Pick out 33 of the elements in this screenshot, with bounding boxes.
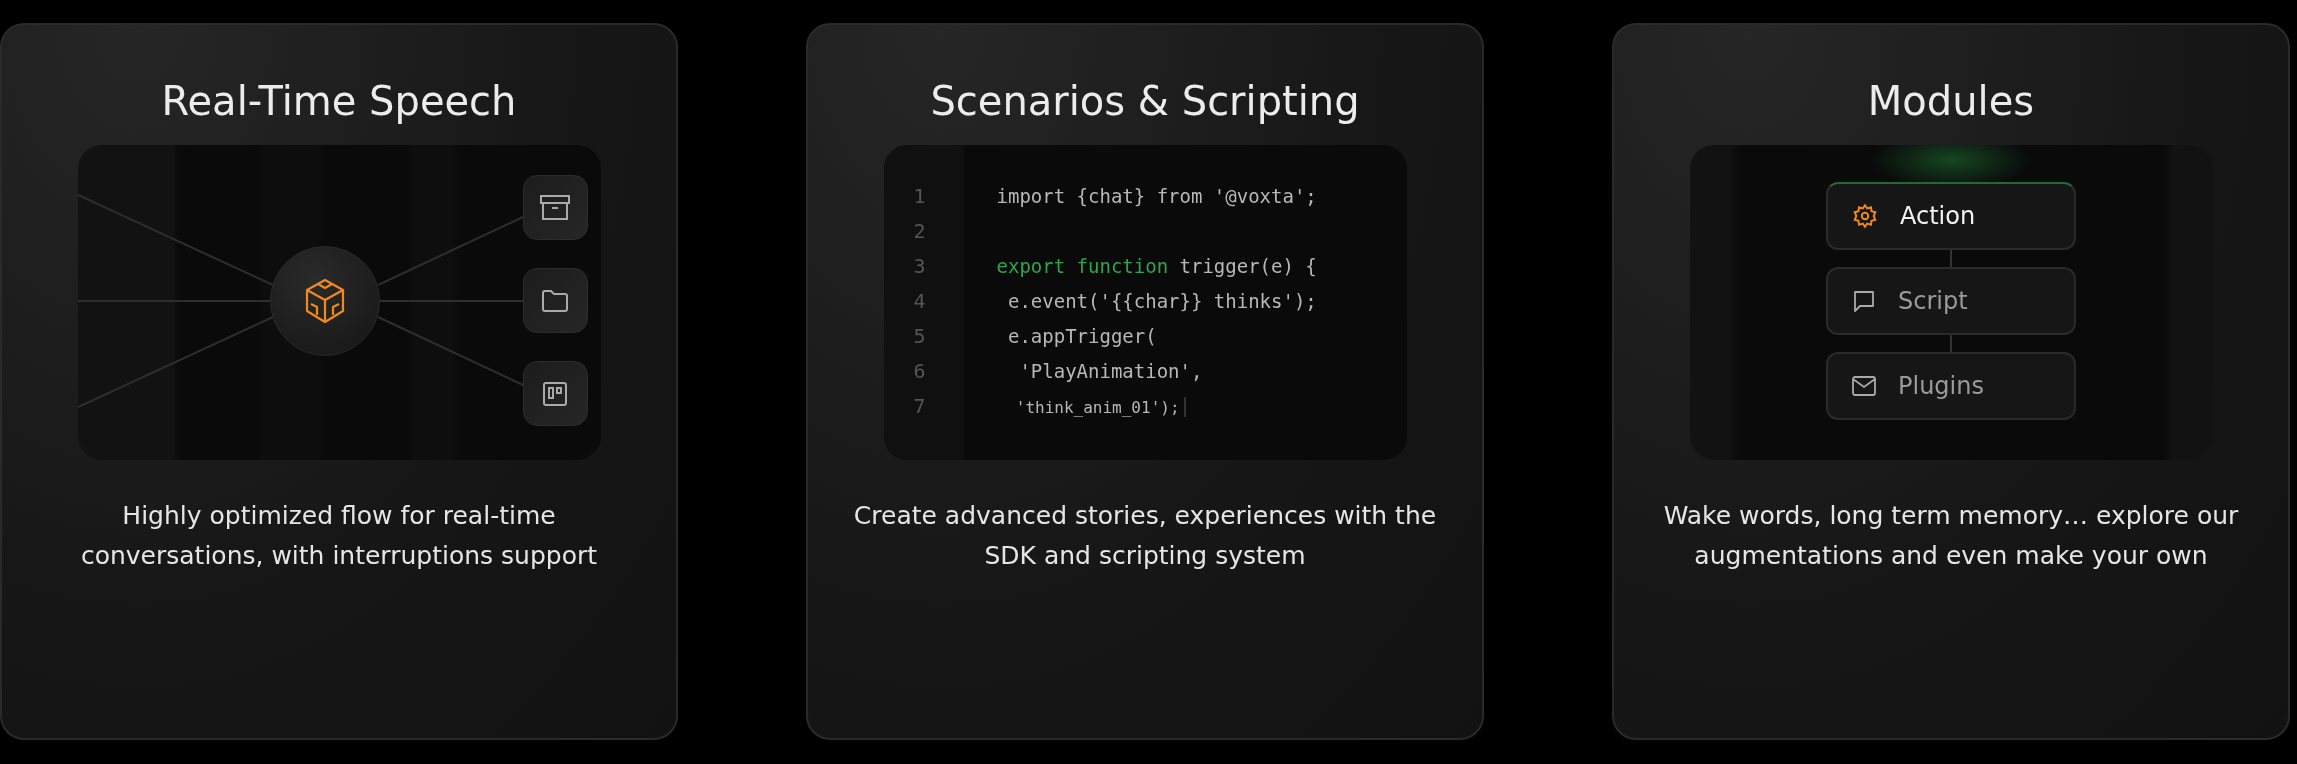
line-number: 7: [912, 393, 927, 420]
card-title: Modules: [1867, 77, 2035, 126]
mail-icon: [1852, 376, 1876, 396]
code-line: import {chat} from '@voxta';: [996, 184, 1317, 209]
code-line: e.appTrigger(: [1006, 324, 1157, 349]
module-item[interactable]: Script: [1826, 267, 2076, 335]
side-button[interactable]: [522, 175, 588, 240]
card-description: Create advanced stories, experiences with the SDK and scripting system: [852, 500, 1438, 572]
card-description: Highly optimized flow for real-time conversations, with interruptions support: [79, 500, 599, 572]
line-number: 5: [912, 323, 927, 350]
chat-icon: [1852, 289, 1876, 313]
code-line: export function trigger(e) {: [996, 254, 1317, 279]
line-number: 1: [912, 183, 927, 210]
text-cursor: [1183, 396, 1186, 417]
board-icon: [543, 381, 567, 406]
module-item[interactable]: Action: [1826, 182, 2076, 250]
side-button[interactable]: [522, 268, 588, 333]
line-number: 4: [912, 288, 927, 315]
cube-icon: [303, 278, 346, 324]
card-title: Real-Time Speech: [161, 77, 517, 126]
card-title: Scenarios & Scripting: [930, 77, 1360, 126]
module-item[interactable]: Plugins: [1826, 352, 2076, 420]
code-line: e.event('{{char}} thinks');: [1006, 289, 1317, 314]
settings-icon: [1852, 203, 1878, 229]
line-number: 3: [912, 253, 927, 280]
folder-icon: [542, 289, 568, 312]
code-line: 'PlayAnimation',: [1018, 359, 1203, 384]
card-description: Wake words, long term memory… explore our augmentations and even make your own: [1662, 500, 2240, 572]
line-number: 6: [912, 358, 927, 385]
code-line: 'think_anim_01');: [1014, 396, 1180, 419]
side-button[interactable]: [522, 361, 588, 426]
line-number: 2: [912, 218, 927, 245]
archive-icon: [540, 194, 570, 221]
